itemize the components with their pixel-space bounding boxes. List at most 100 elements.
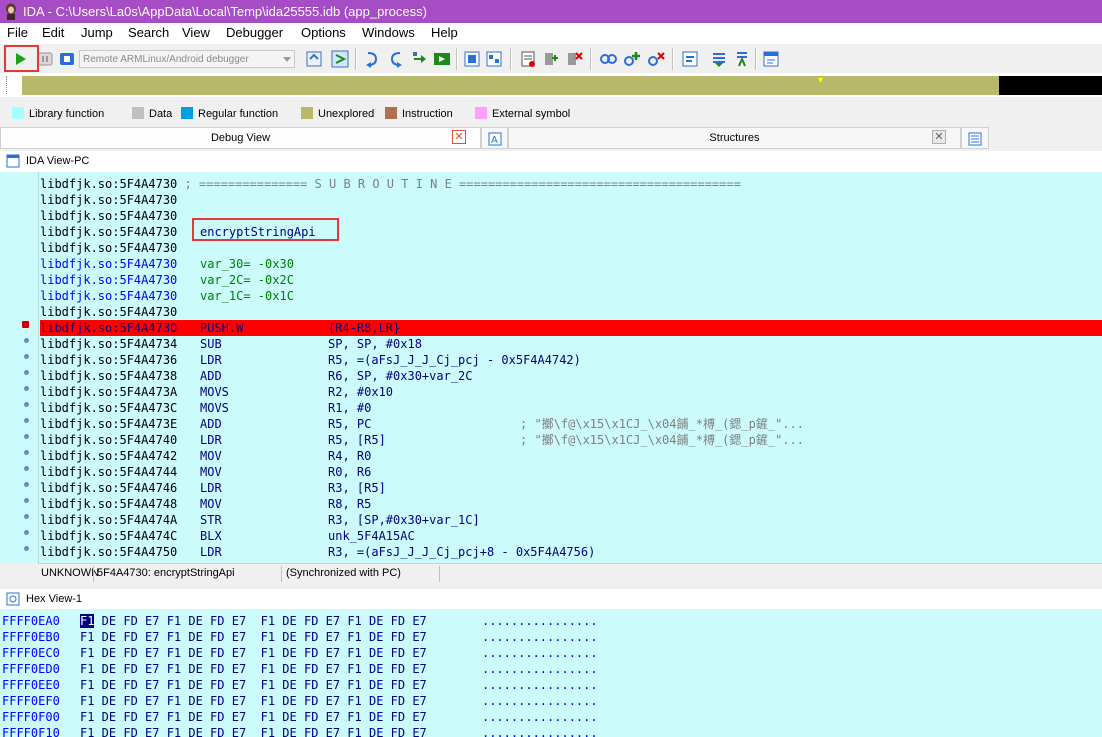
navband-unmapped <box>999 76 1102 95</box>
navigation-band[interactable]: ▾ <box>0 73 1102 97</box>
run-to-cursor-icon[interactable] <box>386 49 406 69</box>
code-line[interactable]: libdfjk.so:5F4A4740 LDR R5, [R5]; "擲\f@\x1… <box>40 432 1102 448</box>
instruction-dot-icon <box>24 450 29 455</box>
legend-data: Data <box>132 107 172 120</box>
tab-hex-icon-tab[interactable]: A <box>481 127 508 149</box>
instruction-dot-icon <box>24 546 29 551</box>
code-line[interactable]: libdfjk.so:5F4A4730 var_1C= -0x1C <box>40 288 1102 304</box>
code-line[interactable]: libdfjk.so:5F4A473C MOVS R1, #0 <box>40 400 1102 416</box>
title-bar: IDA - C:\Users\La0s\AppData\Local\Temp\i… <box>0 0 1102 23</box>
menu-file[interactable]: File <box>7 25 28 40</box>
code-line[interactable]: libdfjk.so:5F4A4730 <box>40 304 1102 320</box>
navband-unexplored <box>22 76 999 95</box>
toolbar-grip <box>6 76 11 94</box>
external-symbol-swatch <box>475 107 487 119</box>
delete-breakpoint-icon[interactable] <box>564 49 584 69</box>
watch-icon[interactable] <box>598 49 618 69</box>
code-line[interactable]: libdfjk.so:5F4A4730 <box>40 240 1102 256</box>
menu-help[interactable]: Help <box>431 25 458 40</box>
tab-debug-view[interactable]: Debug View <box>0 127 481 149</box>
stop-icon[interactable] <box>57 49 77 69</box>
code-line[interactable]: libdfjk.so:5F4A4742 MOV R4, R0 <box>40 448 1102 464</box>
svg-text:A: A <box>491 135 498 146</box>
menu-jump[interactable]: Jump <box>81 25 113 40</box>
attach-icon[interactable] <box>304 49 324 69</box>
legend-regular-function: Regular function <box>181 107 278 120</box>
delete-watch-icon[interactable] <box>646 49 666 69</box>
trace-icon[interactable] <box>680 49 700 69</box>
code-line[interactable]: libdfjk.so:5F4A4744 MOV R0, R6 <box>40 464 1102 480</box>
breakpoint-gutter[interactable] <box>0 172 39 563</box>
legend-instruction: Instruction <box>385 107 453 120</box>
instruction-dot-icon <box>24 370 29 375</box>
hex-view-icon <box>6 592 20 606</box>
code-line[interactable]: libdfjk.so:5F4A4748 MOV R8, R5 <box>40 496 1102 512</box>
disassembly-view[interactable]: libdfjk.so:5F4A4730 ; =============== S … <box>0 172 1102 563</box>
code-line[interactable]: libdfjk.so:5F4A4746 LDR R3, [R5] <box>40 480 1102 496</box>
step-over-icon[interactable] <box>362 49 382 69</box>
tab-structures[interactable]: Structures <box>508 127 961 149</box>
instruction-trace-icon[interactable] <box>709 49 729 69</box>
run-until-return-icon[interactable] <box>432 49 452 69</box>
chevron-down-icon <box>283 57 291 62</box>
menu-windows[interactable]: Windows <box>362 25 415 40</box>
code-line[interactable]: libdfjk.so:5F4A474C BLX unk_5F4A15AC <box>40 528 1102 544</box>
hex-view-header: Hex View-1 <box>0 589 1102 609</box>
code-line[interactable]: libdfjk.so:5F4A4730 var_30= -0x30 <box>40 256 1102 272</box>
instruction-dot-icon <box>24 338 29 343</box>
instruction-dot-icon <box>24 418 29 423</box>
debugger-select[interactable]: Remote ARMLinux/Android debugger <box>79 50 295 68</box>
menu-bar: File Edit Jump Search View Debugger Opti… <box>0 23 1102 44</box>
breakpoint-marker-icon[interactable] <box>22 321 29 328</box>
menu-search[interactable]: Search <box>128 25 169 40</box>
status-location: 5F4A4730: encryptStringApi <box>97 567 235 579</box>
modules-icon[interactable] <box>518 49 538 69</box>
unexplored-swatch <box>301 107 313 119</box>
code-line[interactable]: libdfjk.so:5F4A474A STR R3, [SP,#0x30+var_… <box>40 512 1102 528</box>
tab-debug-view-close-icon[interactable]: ✕ <box>452 130 466 144</box>
status-segment: UNKNOWN <box>41 567 100 579</box>
tab-strip: Debug View ✕ A Structures ✕ <box>0 127 1102 150</box>
hex-view[interactable]: FFFF0EA0 F1 DE FD E7 F1 DE FD E7 F1 DE FD… <box>0 609 1102 737</box>
add-watch-icon[interactable] <box>622 49 642 69</box>
code-line[interactable]: libdfjk.so:5F4A4730 ; =============== S … <box>40 176 1102 192</box>
code-line[interactable]: libdfjk.so:5F4A4734 SUB SP, SP, #0x18 <box>40 336 1102 352</box>
hex-view-title: Hex View-1 <box>26 593 83 605</box>
instruction-dot-icon <box>24 402 29 407</box>
code-line[interactable]: libdfjk.so:5F4A4750 LDR R3, =(aFsJ_J_J_Cj_… <box>40 544 1102 560</box>
tab-structures-close-icon[interactable]: ✕ <box>932 130 946 144</box>
regular-function-swatch <box>181 107 193 119</box>
code-line[interactable]: libdfjk.so:5F4A4738 ADD R6, SP, #0x30+var_… <box>40 368 1102 384</box>
breakpoint-list-icon[interactable] <box>462 49 482 69</box>
code-line[interactable]: libdfjk.so:5F4A4730 var_2C= -0x2C <box>40 272 1102 288</box>
window-title: IDA - C:\Users\La0s\AppData\Local\Temp\i… <box>23 4 427 19</box>
menu-view[interactable]: View <box>182 25 210 40</box>
add-breakpoint-icon[interactable] <box>541 49 561 69</box>
hex-cursor-byte[interactable]: F1 <box>80 614 95 628</box>
ida-app-icon <box>6 3 16 20</box>
function-name-highlight <box>192 218 339 241</box>
ida-view-header: IDA View-PC <box>0 151 1102 172</box>
instruction-swatch <box>385 107 397 119</box>
instruction-dot-icon <box>24 482 29 487</box>
code-line[interactable]: libdfjk.so:5F4A473A MOVS R2, #0x10 <box>40 384 1102 400</box>
ida-view-status-line: UNKNOWN 5F4A4730: encryptStringApi (Sync… <box>38 563 1102 584</box>
instruction-dot-icon <box>24 498 29 503</box>
instruction-dot-icon <box>24 466 29 471</box>
function-trace-icon[interactable] <box>732 49 752 69</box>
menu-edit[interactable]: Edit <box>42 25 64 40</box>
menu-debugger[interactable]: Debugger <box>226 25 283 40</box>
code-line[interactable]: libdfjk.so:5F4A4730 <box>40 192 1102 208</box>
enum-icon <box>968 132 982 146</box>
trace-window-icon[interactable] <box>761 49 781 69</box>
menu-options[interactable]: Options <box>301 25 346 40</box>
step-out-icon[interactable] <box>410 49 430 69</box>
tab-enums[interactable] <box>961 127 989 149</box>
threads-icon[interactable] <box>484 49 504 69</box>
step-into-icon[interactable] <box>330 49 350 69</box>
code-line-breakpoint[interactable]: libdfjk.so:5F4A4730 PUSH.W {R4-R8,LR} <box>40 320 1102 336</box>
ida-view-title: IDA View-PC <box>26 155 90 167</box>
code-line[interactable]: libdfjk.so:5F4A4736 LDR R5, =(aFsJ_J_J_Cj_… <box>40 352 1102 368</box>
code-line[interactable]: libdfjk.so:5F4A473E ADD R5, PC; "擲\f@\x15\… <box>40 416 1102 432</box>
navband-position-marker-icon: ▾ <box>818 75 824 86</box>
